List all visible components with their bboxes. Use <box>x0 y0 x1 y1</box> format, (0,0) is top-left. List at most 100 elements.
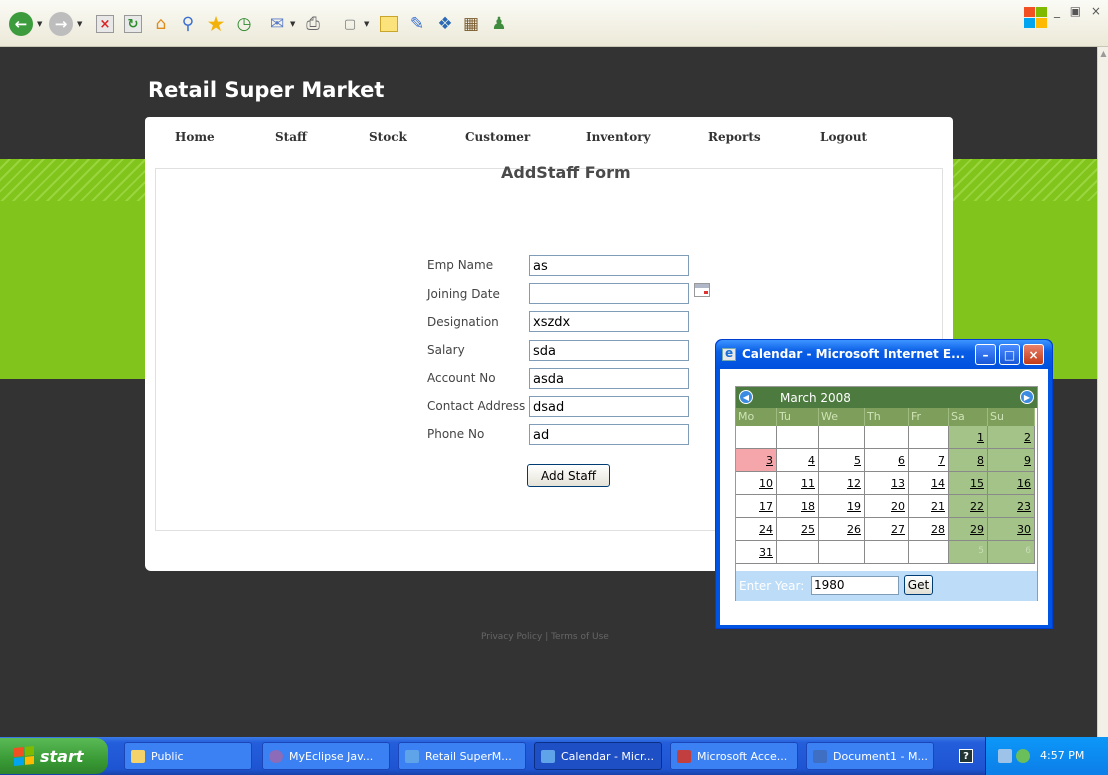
calendar-day[interactable]: 28 <box>909 518 949 541</box>
calendar-day[interactable]: 18 <box>777 495 819 518</box>
calendar-day[interactable]: 15 <box>949 472 988 495</box>
task-document1[interactable]: Document1 - M... <box>806 742 934 770</box>
calendar-day[interactable]: 23 <box>988 495 1035 518</box>
calendar-day[interactable]: 7 <box>909 449 949 472</box>
notes-icon[interactable] <box>376 11 402 37</box>
calendar-day[interactable]: 8 <box>949 449 988 472</box>
calendar-day[interactable]: 30 <box>988 518 1035 541</box>
mail-dropdown-icon[interactable]: ▼ <box>290 20 295 28</box>
calendar-day[interactable]: 5 <box>819 449 865 472</box>
calendar-header: ◀ March 2008 ▶ <box>736 387 1037 408</box>
nav-home[interactable]: Home <box>175 130 215 144</box>
popup-titlebar[interactable]: Calendar - Microsoft Internet E... – □ × <box>716 340 1052 369</box>
messenger-icon[interactable]: ✎ <box>404 11 430 37</box>
forward-icon[interactable]: → <box>48 11 74 37</box>
nav-reports[interactable]: Reports <box>708 130 761 144</box>
calendar-day[interactable]: 16 <box>988 472 1035 495</box>
phone-no-label: Phone No <box>427 427 485 441</box>
calendar-day[interactable]: 19 <box>819 495 865 518</box>
calendar-day[interactable]: 10 <box>736 472 777 495</box>
calendar-day[interactable]: 27 <box>865 518 909 541</box>
calendar-day[interactable]: 9 <box>988 449 1035 472</box>
joining-date-input[interactable] <box>529 283 689 304</box>
calendar-day <box>865 541 909 564</box>
nav-staff[interactable]: Staff <box>275 130 307 144</box>
network-icon[interactable] <box>998 749 1012 763</box>
add-staff-button[interactable]: Add Staff <box>527 464 610 487</box>
calendar-day[interactable]: 25 <box>777 518 819 541</box>
year-input[interactable]: 1980 <box>811 576 899 595</box>
refresh-icon[interactable]: ↻ <box>120 11 146 37</box>
calendar-day[interactable]: 29 <box>949 518 988 541</box>
calendar-day[interactable]: 2 <box>988 426 1035 449</box>
task-retail-supermarket[interactable]: Retail SuperM... <box>398 742 526 770</box>
search-icon[interactable]: ⚲ <box>175 11 201 37</box>
task-myeclipse[interactable]: MyEclipse Jav... <box>262 742 390 770</box>
close-button[interactable]: × <box>1023 344 1044 365</box>
calendar-day[interactable]: 12 <box>819 472 865 495</box>
security-icon[interactable] <box>1016 749 1030 763</box>
calendar-day[interactable]: 31 <box>736 541 777 564</box>
nav-logout[interactable]: Logout <box>820 130 867 144</box>
minimize-button[interactable]: – <box>975 344 996 365</box>
research-icon[interactable]: ▦ <box>458 11 484 37</box>
calendar-day[interactable]: 6 <box>865 449 909 472</box>
calendar-day[interactable]: 13 <box>865 472 909 495</box>
calendar-day[interactable]: 11 <box>777 472 819 495</box>
maximize-button[interactable]: □ <box>999 344 1020 365</box>
calendar-day[interactable]: 26 <box>819 518 865 541</box>
home-icon[interactable]: ⌂ <box>148 11 174 37</box>
stop-icon[interactable]: × <box>92 11 118 37</box>
edit-icon[interactable]: ▢ <box>337 11 363 37</box>
calendar-day[interactable]: 21 <box>909 495 949 518</box>
back-dropdown-icon[interactable]: ▼ <box>37 20 42 28</box>
calendar-day[interactable]: 1 <box>949 426 988 449</box>
bluetooth-icon[interactable]: ❖ <box>432 11 458 37</box>
calendar-day[interactable]: 20 <box>865 495 909 518</box>
scroll-up-icon[interactable]: ▲ <box>1099 49 1108 61</box>
footer-links[interactable]: Privacy Policy | Terms of Use <box>481 632 609 642</box>
taskbar: start Public MyEclipse Jav... Retail Sup… <box>0 737 1108 775</box>
edit-dropdown-icon[interactable]: ▼ <box>364 20 369 28</box>
clock[interactable]: 4:57 PM <box>1040 749 1084 762</box>
calendar-picker-icon[interactable] <box>694 283 710 297</box>
contact-address-input[interactable]: dsad <box>529 396 689 417</box>
calendar-day[interactable]: 4 <box>777 449 819 472</box>
designation-input[interactable]: xszdx <box>529 311 689 332</box>
prev-month-icon[interactable]: ◀ <box>739 390 753 404</box>
contacts-icon[interactable]: ♟ <box>486 11 512 37</box>
history-icon[interactable]: ◷ <box>231 11 257 37</box>
folder-icon <box>131 749 145 763</box>
calendar-day-today[interactable]: 3 <box>736 449 777 472</box>
mail-icon[interactable]: ✉ <box>264 11 290 37</box>
main-nav: Home Staff Stock Customer Inventory Repo… <box>145 117 953 158</box>
help-icon[interactable]: ? <box>959 749 973 763</box>
calendar-day[interactable]: 14 <box>909 472 949 495</box>
print-icon[interactable]: ⎙ <box>300 11 326 37</box>
favorites-icon[interactable]: ★ <box>203 11 229 37</box>
account-no-label: Account No <box>427 371 496 385</box>
nav-inventory[interactable]: Inventory <box>586 130 651 144</box>
start-button[interactable]: start <box>0 738 108 774</box>
calendar-day[interactable]: 22 <box>949 495 988 518</box>
get-year-button[interactable]: Get <box>904 575 933 595</box>
task-public[interactable]: Public <box>124 742 252 770</box>
phone-no-input[interactable]: ad <box>529 424 689 445</box>
salary-input[interactable]: sda <box>529 340 689 361</box>
account-no-input[interactable]: asda <box>529 368 689 389</box>
next-month-icon[interactable]: ▶ <box>1020 390 1034 404</box>
calendar-month: March 2008 <box>780 391 851 405</box>
calendar-day[interactable]: 17 <box>736 495 777 518</box>
window-controls[interactable]: _ ▣ × <box>1054 4 1104 18</box>
weekday-header: Tu <box>777 408 819 426</box>
back-icon[interactable]: ← <box>8 11 34 37</box>
emp-name-input[interactable]: as <box>529 255 689 276</box>
forward-dropdown-icon[interactable]: ▼ <box>77 20 82 28</box>
task-access[interactable]: Microsoft Acce... <box>670 742 798 770</box>
vertical-scrollbar[interactable]: ▲ <box>1097 47 1108 737</box>
nav-customer[interactable]: Customer <box>465 130 530 144</box>
task-calendar[interactable]: Calendar - Micr... <box>534 742 662 770</box>
calendar-day[interactable]: 24 <box>736 518 777 541</box>
nav-stock[interactable]: Stock <box>369 130 407 144</box>
site-title: Retail Super Market <box>148 78 385 102</box>
